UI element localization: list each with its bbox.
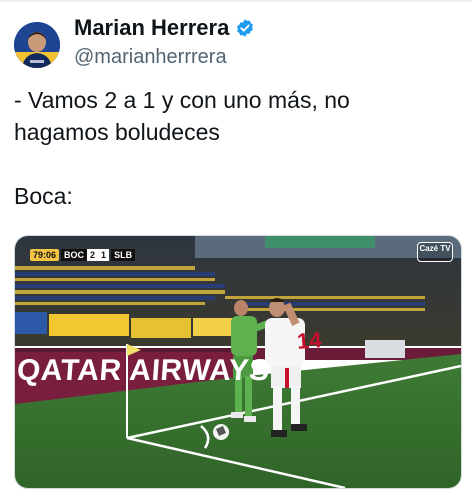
home-team: BOC — [61, 249, 88, 261]
tweet-media-image[interactable]: 79:06 BOC 2 1 SLB Cazé TV QATAR AIRWAYS … — [14, 235, 462, 489]
author-display-name[interactable]: Marian Herrera — [74, 14, 229, 42]
avatar-image — [14, 22, 60, 68]
home-score: 2 — [87, 249, 99, 261]
tweet-text: - Vamos 2 a 1 y con uno más, no hagamos … — [14, 87, 350, 209]
top-divider — [0, 0, 472, 2]
author-name-row: Marian Herrera — [74, 14, 255, 42]
scorebug: 79:06 BOC 2 1 SLB — [30, 248, 136, 262]
away-score: 1 — [98, 249, 110, 261]
broadcaster-logo: Cazé TV — [417, 242, 453, 262]
author-handle[interactable]: @marianherrrera — [74, 44, 227, 70]
verified-badge-icon — [235, 18, 255, 38]
ad-board-text: QATAR AIRWAYS — [15, 354, 271, 387]
avatar[interactable] — [14, 22, 60, 68]
away-team: SLB — [111, 249, 136, 261]
jersey-number: 14 — [296, 327, 323, 354]
match-clock: 79:06 — [30, 249, 60, 261]
